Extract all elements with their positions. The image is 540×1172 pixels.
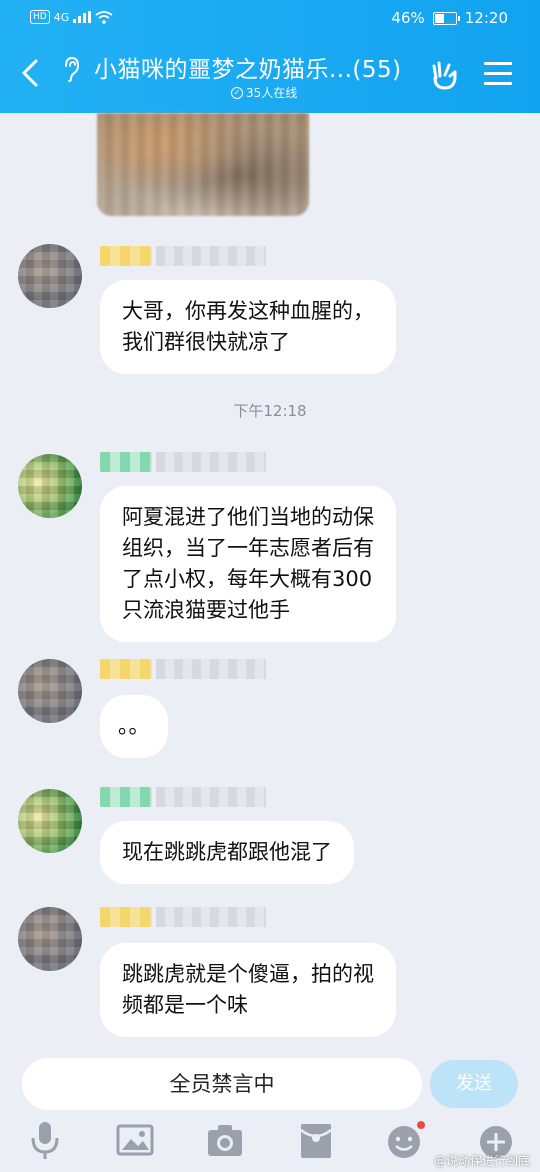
emoji-icon[interactable] [386,1120,426,1164]
online-count: ✓ 35人在线 [231,84,297,101]
message-bubble[interactable]: 大哥，你再发这种血腥的， 我们群很快就凉了 [100,280,396,374]
ear-icon[interactable] [62,56,80,82]
chat-title[interactable]: 小猫咪的噩梦之奶猫乐...(55) [94,50,402,84]
message-bubble[interactable]: 跳跳虎就是个傻逼，拍的视 频都是一个味 [100,943,396,1037]
status-bar: HD 4G 46% 12:20 [0,0,540,40]
battery-icon [432,11,460,25]
clock: 12:20 [464,9,508,27]
camera-icon[interactable] [206,1120,246,1164]
blurred-image-message[interactable] [97,113,309,216]
network-type: 4G [53,10,70,24]
avatar[interactable] [18,454,82,518]
message-bubble[interactable]: 。。 [100,695,168,758]
watermark: @说动保进行到底 [433,1154,530,1168]
wifi-icon [95,10,113,24]
avatar[interactable] [18,659,82,723]
sender-name-blurred [100,659,266,681]
online-count-text: 35人在线 [246,86,298,100]
online-check-icon: ✓ [231,86,243,99]
sender-name-blurred [100,787,266,809]
send-button[interactable]: 发送 [430,1060,518,1108]
hand-icon[interactable] [428,58,462,92]
image-icon[interactable] [116,1120,156,1164]
time-divider: 下午12:18 [233,402,307,420]
battery-percent: 46% [391,9,425,27]
muted-input-field[interactable]: 全员禁言中 [22,1058,422,1110]
sender-name-blurred [100,246,266,268]
avatar[interactable] [18,789,82,853]
sender-name-blurred [100,452,266,474]
signal-icon [73,11,92,23]
message-bubble[interactable]: 现在跳跳虎都跟他混了 [100,821,354,884]
menu-icon[interactable] [484,62,512,86]
back-icon[interactable] [20,58,42,90]
avatar[interactable] [18,244,82,308]
message-bubble[interactable]: 阿夏混进了他们当地的动保 组织，当了一年志愿者后有 了点小权，每年大概有300 … [100,486,396,642]
hd-badge: HD [30,10,50,24]
avatar[interactable] [18,907,82,971]
mic-icon[interactable] [28,1120,68,1164]
chat-header: HD 4G 46% 12:20 小猫咪的噩梦之奶猫乐...(55) ✓ 35人在… [0,0,540,113]
sender-name-blurred [100,907,266,929]
red-packet-icon[interactable] [298,1120,338,1164]
